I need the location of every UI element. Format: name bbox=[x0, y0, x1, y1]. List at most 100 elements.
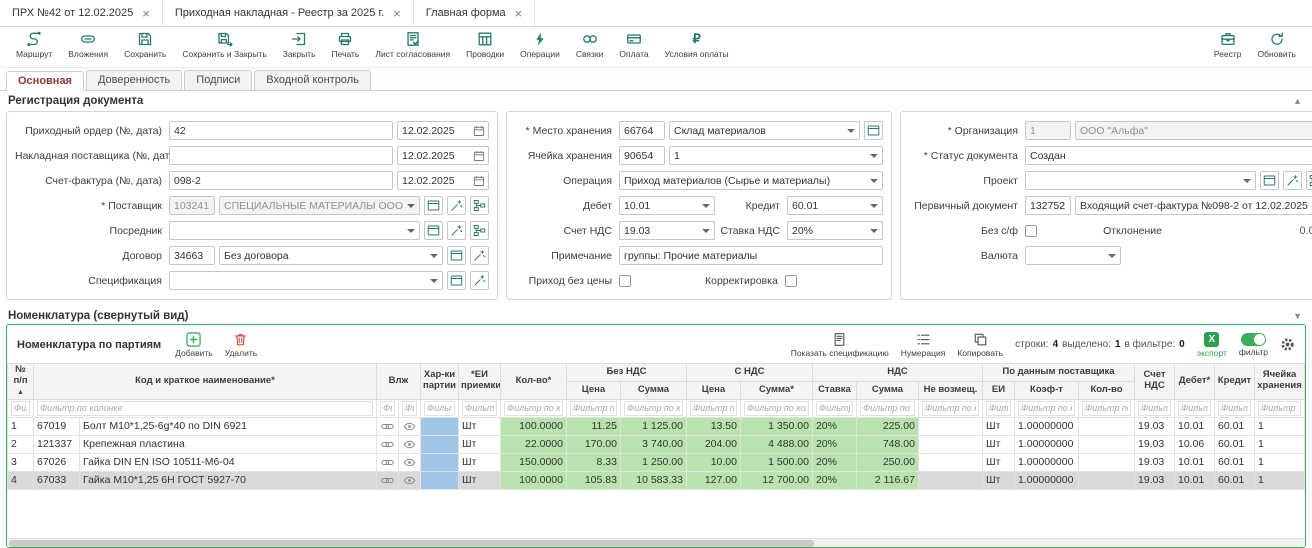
cell-name[interactable]: Гайка DIN EN ISO 10511-М6-04 bbox=[80, 453, 377, 471]
cell-ei[interactable]: Шт bbox=[458, 435, 500, 453]
filter-input[interactable] bbox=[1178, 401, 1211, 416]
debit-select[interactable]: 10.01 bbox=[619, 196, 715, 215]
col-header-credit[interactable]: Кредит bbox=[1215, 364, 1255, 400]
cell-debit[interactable]: 10.01 bbox=[1175, 417, 1215, 435]
cell-sup_qty[interactable] bbox=[1078, 453, 1134, 471]
cell-num[interactable]: 2 bbox=[8, 435, 34, 453]
cell-price_novat[interactable]: 8.33 bbox=[566, 453, 620, 471]
tab-main[interactable]: Основная bbox=[6, 71, 84, 91]
cell-sup_coef[interactable]: 1.00000000 bbox=[1014, 471, 1078, 489]
cell-vat_rate[interactable]: 20% bbox=[812, 435, 856, 453]
cell-vat_rate[interactable]: 20% bbox=[812, 453, 856, 471]
filter-input[interactable] bbox=[1082, 401, 1131, 416]
cell-cell[interactable]: 1 bbox=[1255, 453, 1305, 471]
collapse-icon[interactable]: ▼ bbox=[1293, 311, 1302, 321]
filter-input[interactable] bbox=[1258, 401, 1301, 416]
close-icon[interactable]: × bbox=[142, 7, 150, 20]
open-card-button[interactable] bbox=[864, 121, 883, 140]
filter-input[interactable] bbox=[402, 401, 417, 416]
cell-sum_vat[interactable]: 12 700.00 bbox=[740, 471, 812, 489]
organization-select[interactable]: ООО "Альфа" bbox=[1075, 121, 1312, 140]
save-and-close-button[interactable]: Сохранить и Закрыть bbox=[174, 31, 274, 59]
collapse-icon[interactable]: ▲ bbox=[1293, 96, 1302, 106]
row-view-icon[interactable] bbox=[398, 453, 420, 471]
no-invoice-checkbox[interactable] bbox=[1025, 225, 1037, 237]
row-link-icon[interactable] bbox=[376, 453, 398, 471]
table-row[interactable]: 2121337Крепежная пластинаШт22.0000170.00… bbox=[8, 435, 1305, 453]
cell-ei[interactable]: Шт bbox=[458, 453, 500, 471]
route-button[interactable]: Маршрут bbox=[8, 31, 60, 59]
col-header-vat-rate[interactable]: Ставка bbox=[812, 381, 856, 399]
filter-input[interactable] bbox=[744, 401, 809, 416]
approval-sheet-button[interactable]: Лист согласования bbox=[367, 31, 458, 59]
filter-input[interactable] bbox=[816, 401, 853, 416]
col-header-sup-qty[interactable]: Кол-во bbox=[1078, 381, 1134, 399]
invoice-date-input[interactable]: 12.02.2025 bbox=[397, 171, 489, 190]
storage-cell-select[interactable]: 1 bbox=[669, 146, 883, 165]
cell-nonrefund[interactable] bbox=[918, 435, 982, 453]
open-card-button[interactable] bbox=[424, 196, 443, 215]
cell-sup_ei[interactable]: Шт bbox=[982, 471, 1014, 489]
filter-input[interactable] bbox=[922, 401, 979, 416]
grid-settings-button[interactable] bbox=[1280, 337, 1295, 352]
col-header-vat-account[interactable]: Счет НДС bbox=[1135, 364, 1175, 400]
cell-name[interactable]: Крепежная пластина bbox=[80, 435, 377, 453]
table-row[interactable]: 467033Гайка М10*1,25 6Н ГОСТ 5927-70Шт10… bbox=[8, 471, 1305, 489]
cell-credit[interactable]: 60.01 bbox=[1215, 417, 1255, 435]
cell-name[interactable]: Болт М10*1,25-6g*40 по DIN 6921 bbox=[80, 417, 377, 435]
invoice-number-input[interactable] bbox=[169, 171, 393, 190]
col-header-sum-vat[interactable]: Сумма* bbox=[740, 381, 812, 399]
cell-cell[interactable]: 1 bbox=[1255, 471, 1305, 489]
close-icon[interactable]: × bbox=[393, 7, 401, 20]
attachments-button[interactable]: Вложения bbox=[60, 31, 116, 59]
col-header-coef[interactable]: Коэф-т bbox=[1014, 381, 1078, 399]
wand-button[interactable] bbox=[470, 246, 489, 265]
cell-num[interactable]: 3 bbox=[8, 453, 34, 471]
cell-sup_ei[interactable]: Шт bbox=[982, 417, 1014, 435]
cell-batch[interactable] bbox=[420, 453, 458, 471]
registry-button[interactable]: Реестр bbox=[1206, 31, 1250, 59]
document-status-select[interactable]: Создан bbox=[1025, 146, 1312, 165]
print-button[interactable]: Печать bbox=[324, 31, 368, 59]
col-header-ei[interactable]: *ЕИ приемки bbox=[458, 364, 500, 400]
filter-input[interactable] bbox=[37, 401, 373, 416]
show-specification-button[interactable]: Показать спецификацию bbox=[791, 332, 889, 358]
col-header-sup-ei[interactable]: ЕИ bbox=[982, 381, 1014, 399]
horizontal-scrollbar[interactable] bbox=[7, 538, 1305, 547]
cell-batch[interactable] bbox=[420, 417, 458, 435]
filter-toggle[interactable]: фильтр bbox=[1239, 333, 1268, 357]
cell-nonrefund[interactable] bbox=[918, 471, 982, 489]
table-row[interactable]: 367026Гайка DIN EN ISO 10511-М6-04Шт150.… bbox=[8, 453, 1305, 471]
col-header-sum-no-vat[interactable]: Сумма bbox=[620, 381, 686, 399]
cell-nonrefund[interactable] bbox=[918, 417, 982, 435]
cell-code[interactable]: 121337 bbox=[34, 435, 80, 453]
tab-power-of-attorney[interactable]: Доверенность bbox=[86, 70, 182, 90]
cell-vat_rate[interactable]: 20% bbox=[812, 417, 856, 435]
cell-code[interactable]: 67026 bbox=[34, 453, 80, 471]
open-card-button[interactable] bbox=[424, 221, 443, 240]
cell-price_novat[interactable]: 170.00 bbox=[566, 435, 620, 453]
delete-row-button[interactable]: Удалить bbox=[225, 332, 257, 358]
supplier-invoice-date-input[interactable]: 12.02.2025 bbox=[397, 146, 489, 165]
cell-vat_acc[interactable]: 19.03 bbox=[1135, 453, 1175, 471]
cell-price_vat[interactable]: 10.00 bbox=[686, 453, 740, 471]
supplier-invoice-number-input[interactable] bbox=[169, 146, 393, 165]
add-row-button[interactable]: Добавить bbox=[175, 332, 213, 358]
hierarchy-button[interactable] bbox=[1306, 171, 1312, 190]
cell-sup_coef[interactable]: 1.00000000 bbox=[1014, 435, 1078, 453]
cell-sup_ei[interactable]: Шт bbox=[982, 453, 1014, 471]
cell-sum_vat[interactable]: 4 488.00 bbox=[740, 435, 812, 453]
export-excel-button[interactable]: X экспорт bbox=[1197, 332, 1227, 358]
storage-cell-code-input[interactable] bbox=[619, 146, 665, 165]
filter-input[interactable] bbox=[570, 401, 617, 416]
filter-input[interactable] bbox=[424, 401, 455, 416]
cell-credit[interactable]: 60.01 bbox=[1215, 453, 1255, 471]
wand-button[interactable] bbox=[470, 271, 489, 290]
contract-select[interactable]: Без договора bbox=[219, 246, 443, 265]
filter-input[interactable] bbox=[380, 401, 395, 416]
wand-button[interactable] bbox=[447, 221, 466, 240]
open-card-button[interactable] bbox=[447, 271, 466, 290]
numbering-button[interactable]: Нумерация bbox=[901, 332, 946, 358]
row-view-icon[interactable] bbox=[398, 471, 420, 489]
cell-num[interactable]: 4 bbox=[8, 471, 34, 489]
